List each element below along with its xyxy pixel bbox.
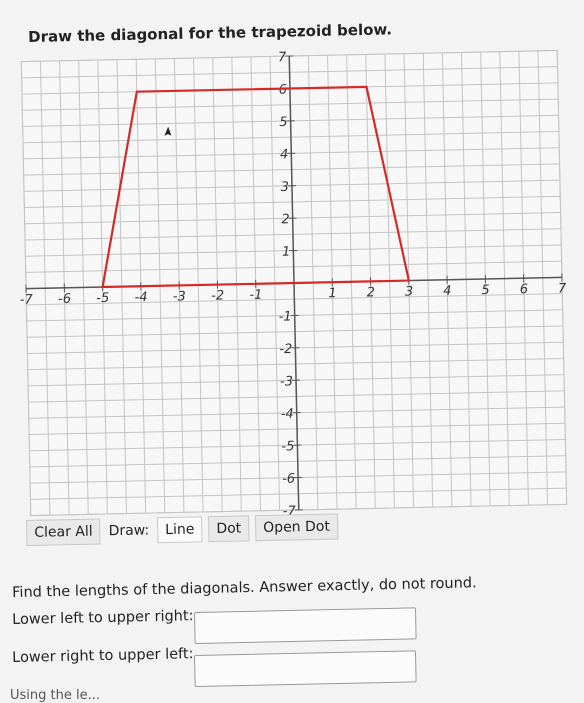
x-tick-label: 7 [558, 281, 567, 296]
x-tick-label: -6 [58, 292, 71, 307]
x-tick-label: -1 [249, 288, 262, 303]
y-tick-label: -3 [280, 374, 293, 389]
prompt-text: Draw the diagonal for the trapezoid belo… [28, 20, 392, 46]
lower-left-label: Lower left to upper right: [12, 608, 194, 628]
y-tick-label: -4 [281, 407, 294, 422]
y-tick-label: -2 [279, 342, 292, 357]
y-tick-label: 6 [279, 83, 288, 98]
dot-tool-button[interactable]: Dot [208, 515, 249, 542]
y-tick-label: 7 [278, 50, 287, 65]
y-tick-label: -5 [281, 439, 294, 454]
x-tick-label: 3 [405, 285, 414, 300]
x-tick-label: 4 [443, 284, 452, 299]
y-tick-label: 1 [282, 245, 291, 260]
graph-canvas[interactable]: -7 -6 -5 -4 -3 -2 -1 1 2 3 4 5 6 7 7 6 5 4 3 2 1 -1 -2 -3 -4 -5 -6… [9, 42, 579, 524]
x-tick-label: 6 [520, 282, 529, 297]
clear-all-button[interactable]: Clear All [26, 518, 101, 546]
open-dot-tool-button[interactable]: Open Dot [255, 513, 338, 541]
x-tick-label: -4 [134, 290, 147, 305]
y-tick-label: -6 [282, 472, 295, 487]
line-tool-button[interactable]: Line [157, 516, 203, 543]
y-tick-label: 5 [279, 115, 288, 130]
y-tick-label: 2 [281, 212, 290, 227]
question-text: Find the lengths of the diagonals. Answe… [12, 575, 477, 601]
x-tick-label: -2 [211, 288, 224, 303]
x-tick-label: -3 [173, 289, 186, 304]
lower-left-diagonal-input[interactable] [194, 607, 417, 644]
y-tick-label: 3 [281, 180, 290, 195]
y-tick-label: -1 [279, 309, 292, 324]
coordinate-grid[interactable]: -7 -6 -5 -4 -3 -2 -1 1 2 3 4 5 6 7 7 6 5 4 3 2 1 -1 -2 -3 -4 -5 -6… [9, 42, 579, 524]
x-tick-label: 5 [481, 283, 490, 298]
y-tick-label: 4 [280, 147, 289, 162]
lower-right-diagonal-input[interactable] [194, 650, 417, 687]
draw-toolbar: Clear All Draw: Line Dot Open Dot [26, 513, 338, 546]
x-tick-label: 1 [328, 286, 337, 301]
x-tick-label: -5 [96, 291, 109, 306]
draw-label: Draw: [106, 518, 151, 543]
x-tick-label: 2 [366, 285, 375, 300]
x-tick-label: -7 [20, 292, 34, 307]
cutoff-text: Using the le... [10, 688, 100, 703]
lower-right-label: Lower right to upper left: [12, 646, 194, 666]
